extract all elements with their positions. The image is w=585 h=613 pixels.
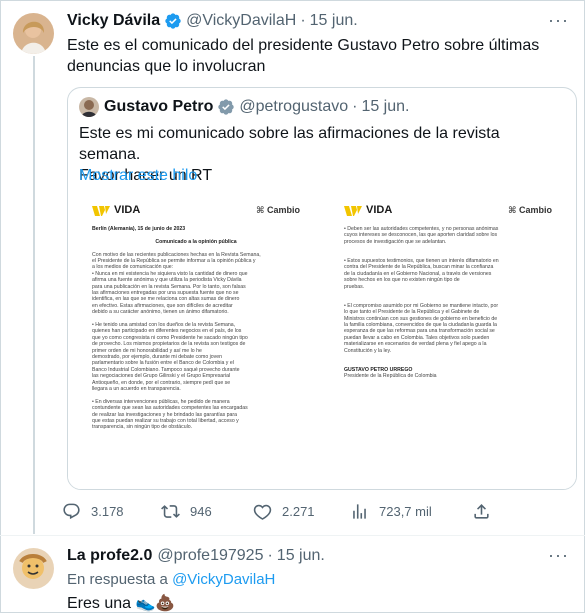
vida-logo-text: VIDA (366, 204, 393, 216)
retweet-button[interactable]: 946 (161, 502, 212, 521)
tweet-header: Vicky Dávila @VickyDavilaH · 15 jun. (67, 12, 358, 30)
heart-icon (253, 504, 272, 520)
views-icon (353, 504, 366, 519)
views-count: 723,7 mil (379, 504, 432, 519)
quoted-tweet-header: Gustavo Petro @petrogustavo · 15 jun. (104, 98, 409, 116)
reply-count: 3.178 (91, 504, 124, 519)
tweet-actions: 3.178 946 2.271 723,7 mil (62, 502, 572, 524)
document-header: VIDA ⌘ Cambio (344, 204, 552, 220)
in-reply-to: En respuesta a @VickyDavilaH (67, 571, 275, 588)
retweet-icon (161, 505, 180, 518)
document-line: Presidente de la República de Colombia (344, 373, 437, 380)
author-handle[interactable]: @VickyDavilaH (186, 12, 296, 30)
in-reply-to-label: En respuesta a (67, 571, 168, 588)
verified-badge-icon (164, 12, 182, 30)
document-page-2: VIDA ⌘ Cambio • Deben ser las autoridade… (330, 200, 566, 480)
more-options-icon[interactable]: ··· (548, 545, 569, 566)
tweet-text-line: denuncias que lo involucran (67, 58, 266, 75)
share-button[interactable] (472, 502, 501, 521)
share-icon (474, 504, 489, 519)
retweet-count: 946 (190, 504, 212, 519)
reply-button[interactable]: 3.178 (62, 502, 124, 521)
document-line: pruebas. (344, 283, 365, 290)
vida-logo-text: VIDA (114, 204, 141, 216)
quoted-text-line: Este es mi comunicado sobre las afirmaci… (79, 125, 500, 163)
cambio-logo-text: ⌘ Cambio (508, 205, 552, 216)
separator-dot: · (300, 12, 306, 29)
vida-logo-icon (344, 206, 362, 216)
avatar[interactable] (79, 97, 99, 117)
quoted-tweet-card[interactable]: Gustavo Petro @petrogustavo · 15 jun. Es… (67, 87, 577, 490)
reply-tweet[interactable]: La profe2.0 @profe197925 · 15 jun. ··· E… (0, 536, 585, 613)
document-image[interactable]: VIDA ⌘ Cambio Berlín (Alemania), 15 de j… (68, 196, 576, 489)
cambio-label: Cambio (518, 205, 552, 215)
more-options-icon[interactable]: ··· (548, 10, 569, 31)
separator-dot: · (267, 547, 273, 564)
cambio-logo-icon: ⌘ (508, 205, 519, 215)
separator-dot: · (352, 98, 358, 115)
cambio-label: Cambio (266, 205, 300, 215)
verified-badge-icon (217, 98, 235, 116)
tweet-text: Este es el comunicado del presidente Gus… (67, 35, 567, 77)
quoted-author-handle[interactable]: @petrogustavo (239, 98, 348, 116)
quoted-tweet-date[interactable]: 15 jun. (361, 98, 409, 116)
document-line: Constitución y la ley. (344, 347, 392, 354)
document-line: Comunicado a la opinión pública (155, 238, 237, 245)
document-header: VIDA ⌘ Cambio (92, 204, 300, 220)
views-button[interactable]: 723,7 mil (350, 502, 432, 521)
main-tweet[interactable]: Vicky Dávila @VickyDavilaH · 15 jun. ···… (0, 0, 585, 535)
like-count: 2.271 (282, 504, 315, 519)
in-reply-to-mention[interactable]: @VickyDavilaH (172, 571, 275, 588)
reply-author-name[interactable]: La profe2.0 (67, 547, 152, 565)
reply-header: La profe2.0 @profe197925 · 15 jun. (67, 547, 325, 565)
document-line: llegara a un acuerdo en transparencia. (92, 386, 181, 392)
reply-icon (63, 503, 80, 520)
author-name[interactable]: Vicky Dávila (67, 12, 160, 30)
reply-author-handle[interactable]: @profe197925 (157, 547, 263, 565)
document-line: debido a su carácter anónimo, tienen un … (92, 309, 229, 316)
document-line: transparencia, sin ningún tipo de obstác… (92, 424, 193, 431)
cambio-logo-icon: ⌘ (256, 205, 267, 215)
show-thread-link[interactable]: Mostrar este hilo (79, 167, 197, 185)
avatar[interactable] (13, 13, 54, 54)
tweet-date[interactable]: 15 jun. (310, 12, 358, 30)
quoted-author-name[interactable]: Gustavo Petro (104, 98, 213, 116)
like-button[interactable]: 2.271 (253, 502, 315, 521)
document-line: procesos de investigación que se adelant… (344, 238, 447, 245)
document-line: Berlín (Alemania), 15 de junio de 2023 (92, 226, 186, 232)
avatar[interactable] (13, 548, 54, 589)
tweet-text-line: Este es el comunicado del presidente Gus… (67, 37, 540, 54)
reply-date[interactable]: 15 jun. (277, 547, 325, 565)
cambio-logo-text: ⌘ Cambio (256, 205, 300, 216)
vida-logo-icon (92, 206, 110, 216)
document-page-1: VIDA ⌘ Cambio Berlín (Alemania), 15 de j… (78, 200, 314, 480)
reply-text: Eres una 👟💩 (67, 595, 176, 612)
thread-line (33, 56, 35, 534)
